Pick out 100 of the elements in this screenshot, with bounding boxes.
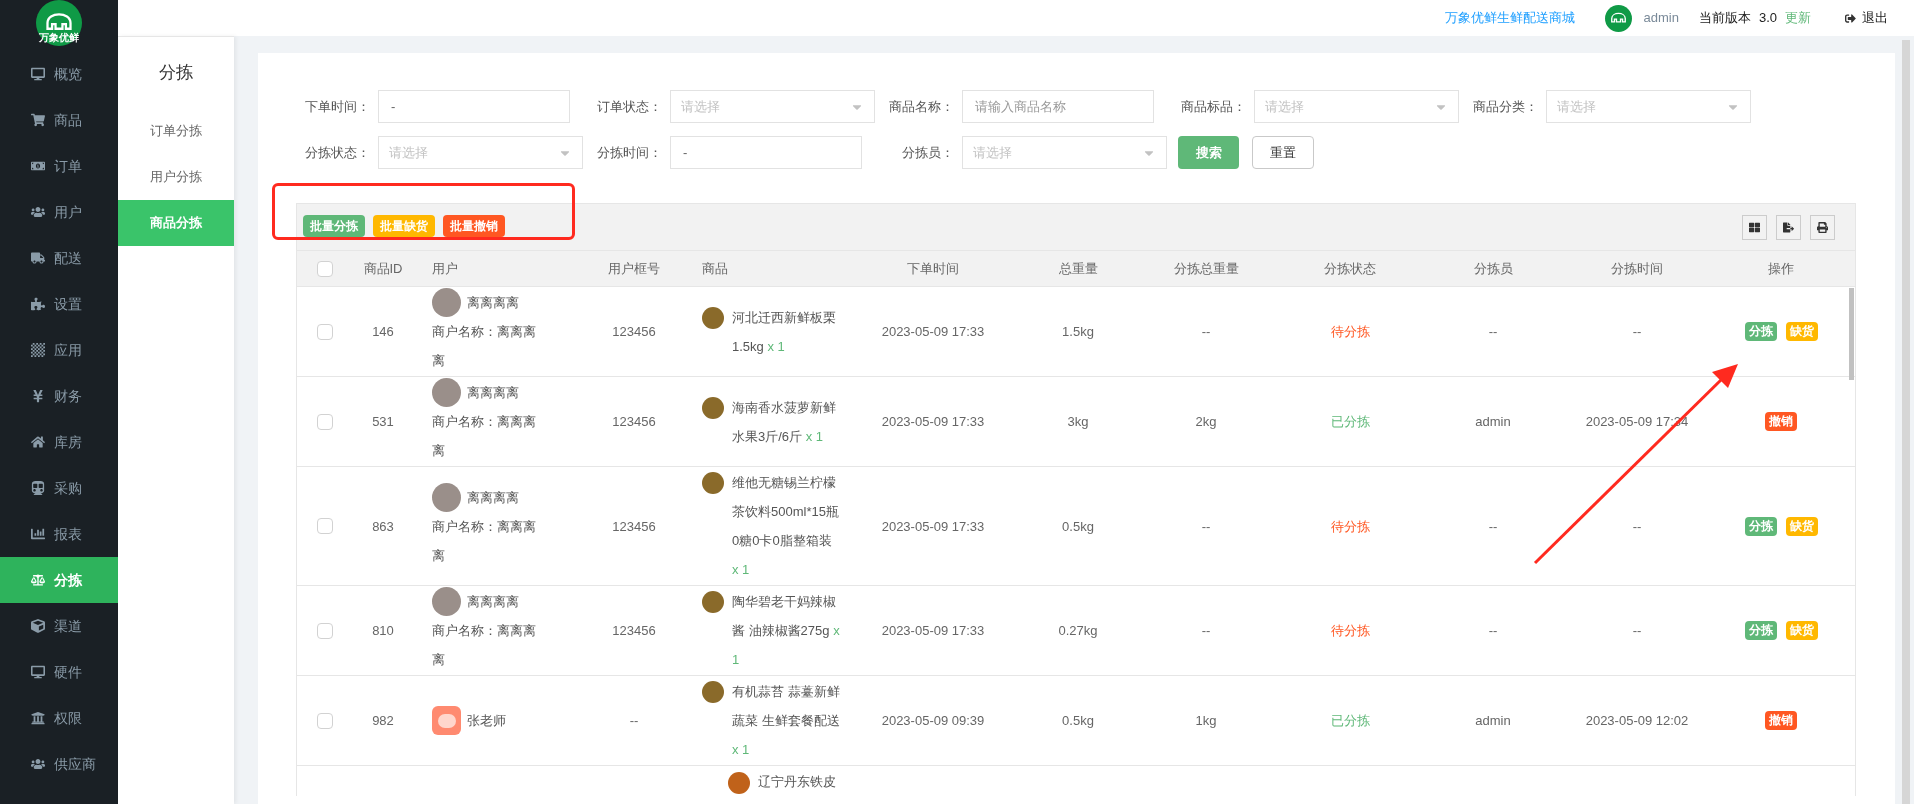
checkbox[interactable] bbox=[316, 323, 333, 340]
sidebar-item[interactable]: 配送 bbox=[0, 235, 118, 281]
column-header: 分拣总重量 bbox=[1173, 259, 1239, 278]
column-header: 分拣状态 bbox=[1324, 259, 1376, 278]
merchant-name: 商户名称：离离离离 bbox=[432, 413, 537, 460]
merchant-name: 商户名称：离离离离 bbox=[432, 517, 537, 565]
reset-button[interactable]: 重置 bbox=[1252, 136, 1314, 169]
product-photo-placeholder bbox=[702, 681, 724, 703]
sidebar-item[interactable]: 应用 bbox=[0, 327, 118, 373]
sidebar-item[interactable]: 库房 bbox=[0, 419, 118, 465]
table-cell-text: 0.27kg bbox=[1058, 622, 1098, 640]
subnav-title: 分拣 bbox=[158, 61, 194, 84]
table-cell-text: -- bbox=[1488, 622, 1498, 640]
select-field[interactable]: 请选择 bbox=[670, 90, 875, 123]
column-header: 用户 bbox=[432, 259, 458, 278]
input-field[interactable]: 请输入商品名称 bbox=[962, 90, 1154, 123]
logout-link[interactable]: 退出 bbox=[1862, 8, 1888, 28]
shop-link[interactable]: 万象优鲜生鲜配送商城 bbox=[1444, 8, 1575, 28]
user-name: 离离离离 bbox=[467, 488, 519, 507]
row-action-button[interactable]: 撤销 bbox=[1765, 711, 1797, 730]
row-action-button[interactable]: 分拣 bbox=[1744, 322, 1777, 341]
input-field[interactable]: - bbox=[378, 90, 570, 123]
product-name: 维他无糖锡兰柠檬茶饮料500ml*15瓶 0糖0卡0脂整箱装 x 1 bbox=[732, 474, 840, 579]
sort-status: 已分拣 bbox=[1330, 712, 1370, 730]
monitor-icon bbox=[30, 67, 45, 81]
sidebar-item[interactable]: 商品 bbox=[0, 97, 118, 143]
logo[interactable]: 万象优鲜 bbox=[36, 0, 82, 46]
select-field[interactable]: 请选择 bbox=[962, 136, 1167, 169]
table-cell-text: 2023-05-09 17:33 bbox=[881, 517, 985, 536]
select-field[interactable]: 请选择 bbox=[378, 136, 583, 169]
table-cell-text: 2023-05-09 17:33 bbox=[881, 323, 985, 341]
row-action-button[interactable]: 分拣 bbox=[1744, 621, 1777, 640]
update-link[interactable]: 更新 bbox=[1785, 8, 1811, 28]
avatar-photo-placeholder bbox=[432, 378, 461, 407]
table-cell-text: admin bbox=[1475, 712, 1511, 730]
table-cell-text: -- bbox=[1632, 323, 1642, 341]
user-name: 离离离离 bbox=[467, 593, 519, 611]
merchant-name: 商户名称：离离离离 bbox=[432, 323, 537, 370]
version-label: 当前版本 bbox=[1698, 9, 1751, 28]
table-cell-text: 863 bbox=[372, 517, 394, 536]
select-field[interactable]: 请选择 bbox=[1546, 90, 1751, 123]
logout-icon[interactable] bbox=[1845, 12, 1856, 24]
filter-label: 商品名称： bbox=[888, 97, 955, 116]
table-cell-text: 123456 bbox=[612, 517, 656, 536]
table-cell-text: 2023-05-09 17:33 bbox=[881, 413, 985, 431]
pig-avatar bbox=[432, 706, 461, 735]
sidebar-item[interactable]: 权限 bbox=[0, 695, 118, 741]
table-cell-text: -- bbox=[1201, 323, 1211, 341]
avatar-photo-placeholder bbox=[432, 288, 461, 317]
checkbox[interactable] bbox=[316, 622, 333, 639]
table-cell-text: -- bbox=[629, 712, 639, 730]
columns-icon[interactable] bbox=[1742, 215, 1767, 240]
sidebar-item[interactable]: 订单 bbox=[0, 143, 118, 189]
avatar-photo-placeholder bbox=[432, 587, 461, 616]
subnav-item[interactable]: 商品分拣 bbox=[118, 200, 234, 246]
table-cell-text: 982 bbox=[372, 712, 394, 730]
puzzle-icon bbox=[30, 297, 45, 311]
users-icon bbox=[30, 205, 45, 219]
user-avatar-icon[interactable] bbox=[1604, 4, 1632, 32]
sidebar-item[interactable]: 分拣 bbox=[0, 557, 118, 603]
username[interactable]: admin bbox=[1643, 8, 1679, 28]
input-field[interactable]: - bbox=[670, 136, 862, 169]
sidebar-item[interactable]: 硬件 bbox=[0, 649, 118, 695]
sidebar-item[interactable]: 供应商 bbox=[0, 741, 118, 787]
banknote-icon bbox=[30, 159, 45, 173]
column-header: 商品 bbox=[702, 259, 728, 278]
select-field[interactable]: 请选择 bbox=[1254, 90, 1459, 123]
filter-label: 分拣时间： bbox=[596, 143, 663, 162]
batch-action-button[interactable]: 批量分拣 bbox=[303, 215, 365, 237]
user-name: 离离离离 bbox=[467, 384, 519, 402]
sidebar-item[interactable]: 报表 bbox=[0, 511, 118, 557]
search-button[interactable]: 搜索 bbox=[1178, 136, 1239, 169]
sidebar-item[interactable]: 设置 bbox=[0, 281, 118, 327]
table-cell-text: -- bbox=[1201, 517, 1211, 536]
checkbox[interactable] bbox=[316, 413, 333, 430]
batch-action-button[interactable]: 批量撤销 bbox=[443, 215, 505, 237]
checkbox[interactable] bbox=[316, 712, 333, 729]
table-cell-text: 1.5kg bbox=[1062, 323, 1094, 341]
subnav-item[interactable]: 用户分拣 bbox=[118, 154, 234, 200]
sidebar-item[interactable]: 渠道 bbox=[0, 603, 118, 649]
sidebar-item[interactable]: 财务 bbox=[0, 373, 118, 419]
sidebar-item[interactable]: 概览 bbox=[0, 51, 118, 97]
row-action-button[interactable]: 分拣 bbox=[1744, 516, 1777, 536]
print-icon[interactable] bbox=[1810, 215, 1835, 240]
row-action-button[interactable]: 撤销 bbox=[1765, 412, 1797, 431]
user-name: 离离离离 bbox=[467, 294, 519, 312]
filter-label: 分拣员： bbox=[901, 143, 955, 162]
train-icon bbox=[30, 481, 45, 495]
table-cell-text: -- bbox=[1201, 622, 1211, 640]
export-icon[interactable] bbox=[1776, 215, 1801, 240]
checkbox[interactable] bbox=[316, 260, 333, 277]
sidebar-item[interactable]: 采购 bbox=[0, 465, 118, 511]
sort-status: 待分拣 bbox=[1330, 517, 1370, 536]
sidebar-item[interactable]: 用户 bbox=[0, 189, 118, 235]
subnav-item[interactable]: 订单分拣 bbox=[118, 108, 234, 154]
filter-label: 商品标品： bbox=[1180, 97, 1247, 116]
table-cell-text: 2023-05-09 17:33 bbox=[881, 622, 985, 640]
table-cell-text: 123456 bbox=[612, 622, 656, 640]
filter-label: 下单时间： bbox=[304, 97, 371, 116]
checkbox[interactable] bbox=[316, 518, 333, 534]
